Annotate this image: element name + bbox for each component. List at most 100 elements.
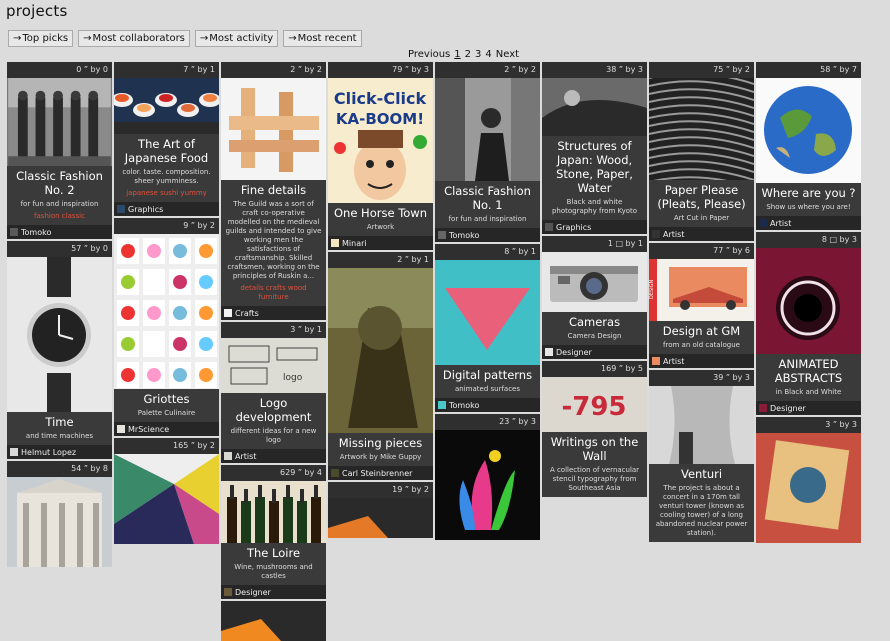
card-stats: 2 ” by 1 (328, 252, 433, 268)
card-owner[interactable]: Artist (649, 354, 754, 368)
card-owner[interactable]: Designer (756, 401, 861, 415)
geometric-art[interactable] (114, 454, 219, 544)
card-owner[interactable]: Graphics (114, 202, 219, 216)
stencil-photo[interactable]: -795 (542, 377, 647, 432)
card-title[interactable]: Classic Fashion No. 1 (439, 184, 536, 212)
project-card[interactable]: 8 ” by 1 Digital patterns animated surface… (435, 244, 540, 412)
card-title[interactable]: Structures of Japan: Wood, Stone, Paper,… (546, 139, 643, 195)
page-link[interactable]: 2 (465, 49, 471, 60)
card-owner[interactable]: Artist (649, 227, 754, 241)
card-title[interactable]: The Loire (225, 546, 322, 560)
card-owner[interactable]: Tomoko (7, 225, 112, 239)
paper-art-photo[interactable] (649, 78, 754, 180)
bw-photo-fashion-icon[interactable] (7, 78, 112, 166)
bw-portrait-photo[interactable] (435, 78, 540, 181)
orange-shape[interactable] (221, 601, 326, 641)
card-owner[interactable]: Carl Steinbrenner (328, 466, 433, 480)
card-title[interactable]: Griottes (118, 392, 215, 406)
painting-image[interactable] (328, 268, 433, 433)
colorful-art[interactable] (756, 433, 861, 543)
project-card[interactable]: 54 ” by 8 (7, 461, 112, 567)
sushi-photo[interactable] (114, 78, 219, 134)
card-owner[interactable]: MrScience (114, 422, 219, 436)
next-page-link[interactable]: Next (496, 49, 519, 60)
comic-illustration[interactable]: Click-Click KA-BOOM! (328, 78, 433, 203)
pink-triangle-art[interactable] (435, 260, 540, 365)
project-card[interactable]: 169 ” by 5 -795 Writings on the Wall A coll… (542, 361, 647, 497)
card-title[interactable]: Paper Please (Pleats, Please) (653, 183, 750, 211)
wood-joint-photo[interactable] (221, 78, 326, 180)
card-owner[interactable]: Artist (221, 449, 326, 463)
card-owner[interactable]: Tomoko (435, 228, 540, 242)
card-title[interactable]: Cameras (546, 315, 643, 329)
building-photo[interactable] (7, 477, 112, 567)
tower-photo[interactable] (649, 386, 754, 464)
card-title[interactable]: Writings on the Wall (546, 435, 643, 463)
project-card[interactable]: 2 ” by 2 Fine details The Guild was a sort… (221, 62, 326, 320)
camera-photo[interactable] (542, 252, 647, 312)
project-card[interactable]: 57 ” by 0 Time and time machines Helmut Lop… (7, 241, 112, 459)
project-card[interactable]: 2 ” by 2 Classic Fashion No. 1 for fun and… (435, 62, 540, 242)
globe-image[interactable] (756, 78, 861, 183)
project-card[interactable]: 3 ” by 3 (756, 417, 861, 543)
orange-shape[interactable] (328, 498, 433, 538)
previous-page-link[interactable]: Previous (408, 49, 450, 60)
paint-splash[interactable] (435, 430, 540, 540)
project-card[interactable]: 8 □ by 3 ANIMATED ABSTRACTS in Black and W… (756, 232, 861, 415)
card-title[interactable]: Venturi (653, 467, 750, 481)
card-tags[interactable]: japanese sushi yummy (118, 189, 215, 198)
card-owner[interactable]: Designer (542, 345, 647, 359)
card-owner[interactable]: Artist (756, 216, 861, 230)
project-card[interactable]: 3 ” by 1 logo Logo development different id… (221, 322, 326, 463)
card-tags[interactable]: details crafts wood furniture (225, 284, 322, 302)
card-owner[interactable]: Helmut Lopez (7, 445, 112, 459)
card-title[interactable]: Classic Fashion No. 2 (11, 169, 108, 197)
project-card[interactable]: 39 ” by 3 Venturi The project is about a c… (649, 370, 754, 542)
card-title[interactable]: Logo development (225, 396, 322, 424)
card-title[interactable]: Design at GM (653, 324, 750, 338)
project-card[interactable] (221, 601, 326, 641)
bw-japan-photo[interactable] (542, 78, 647, 136)
card-owner[interactable]: Crafts (221, 306, 326, 320)
sketch-image[interactable]: logo (221, 338, 326, 393)
project-card[interactable]: 2 ” by 1 Missing pieces Artwork by Mike Gu… (328, 252, 433, 480)
project-card[interactable]: 77 ” by 6 DESIGN Design at GM from an old c… (649, 243, 754, 368)
card-owner[interactable]: Graphics (542, 220, 647, 234)
card-title[interactable]: ANIMATED ABSTRACTS (760, 357, 857, 385)
food-grid-photo[interactable] (114, 234, 219, 389)
abstract-ring-image[interactable] (756, 248, 861, 354)
project-card[interactable]: 79 ” by 3 Click-Click KA-BOOM! One Horse To… (328, 62, 433, 250)
card-title[interactable]: Missing pieces (332, 436, 429, 450)
card-owner[interactable]: Designer (221, 585, 326, 599)
card-title[interactable]: Where are you ? (760, 186, 857, 200)
wristwatch-photo[interactable] (7, 257, 112, 412)
page-link[interactable]: 4 (485, 49, 491, 60)
card-title[interactable]: Fine details (225, 183, 322, 197)
project-card[interactable]: 38 ” by 3 Structures of Japan: Wood, Ston… (542, 62, 647, 234)
page-link[interactable]: 1 (454, 49, 460, 60)
wine-bottles-photo[interactable] (221, 481, 326, 543)
project-card[interactable]: 75 ” by 2 Paper Please (Pleats, Please) Ar… (649, 62, 754, 241)
project-card[interactable]: 1 □ by 1 Cameras Camera Design Designer (542, 236, 647, 359)
project-card[interactable]: 19 ” by 2 (328, 482, 433, 538)
card-owner[interactable]: Minari (328, 236, 433, 250)
card-title[interactable]: The Art of Japanese Food (118, 137, 215, 165)
gm-design-image[interactable]: DESIGN (649, 259, 754, 321)
project-card[interactable]: 23 ” by 3 (435, 414, 540, 540)
project-card[interactable]: 58 ” by 7 Where are you ? Show us where yo… (756, 62, 861, 230)
filter-most-activity-button[interactable]: →Most activity (194, 30, 279, 47)
card-title[interactable]: Time (11, 415, 108, 429)
card-tags[interactable]: fashion classic (11, 212, 108, 221)
project-card[interactable]: 165 ” by 2 (114, 438, 219, 544)
project-card[interactable]: 0 ” by 0 Classic Fashion No. 2 for fun and… (7, 62, 112, 239)
project-card[interactable]: 9 ” by 2 Griottes Palette Culinaire MrScien… (114, 218, 219, 436)
filter-most-collaborators-button[interactable]: →Most collaborators (78, 30, 190, 47)
filter-top-picks-button[interactable]: →Top picks (8, 30, 74, 47)
card-title[interactable]: One Horse Town (332, 206, 429, 220)
card-title[interactable]: Digital patterns (439, 368, 536, 382)
project-card[interactable]: 7 ” by 1 The Art of Japanese Food color. t… (114, 62, 219, 216)
card-owner[interactable]: Tomoko (435, 398, 540, 412)
filter-most-recent-button[interactable]: →Most recent (283, 30, 362, 47)
project-card[interactable]: 629 ” by 4 The Loire Wine, mushrooms and c… (221, 465, 326, 599)
page-link[interactable]: 3 (475, 49, 481, 60)
